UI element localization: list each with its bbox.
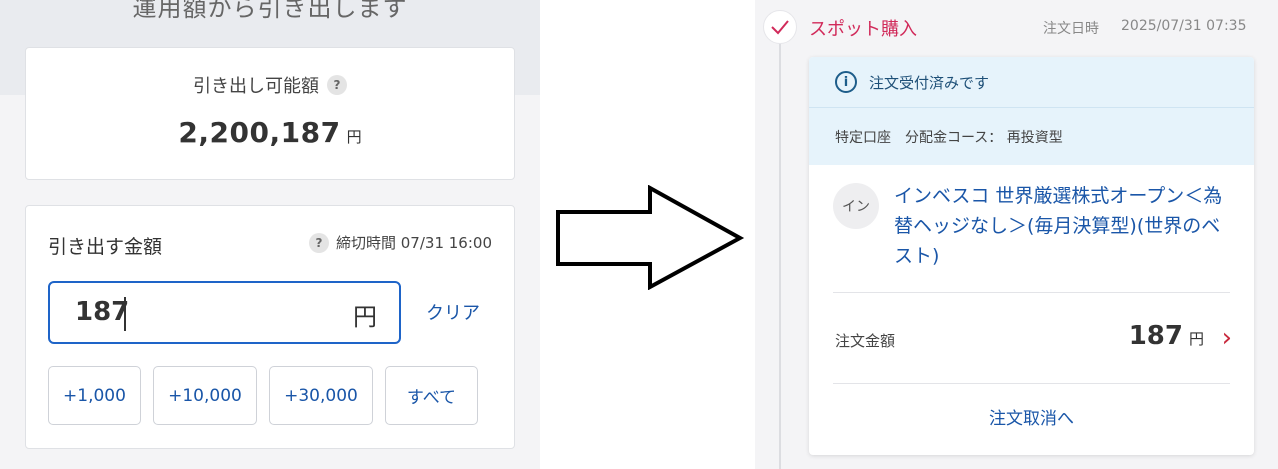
withdraw-amount-card: 引き出す金額 ? 締切時間 07/31 16:00 187 円 クリア +1,0… xyxy=(25,205,515,449)
section-title: 運用額から引き出します xyxy=(132,0,408,22)
order-date-value: 2025/07/31 07:35 xyxy=(1121,18,1247,34)
notice-row: i 注文受付済みです xyxy=(835,71,989,93)
order-status-panel: スポット購入 注文日時 2025/07/31 07:35 i 注文受付済みです … xyxy=(755,0,1278,469)
chevron-right-icon[interactable]: › xyxy=(1222,325,1232,351)
add-30000-button[interactable]: +30,000 xyxy=(269,366,373,425)
available-unit: 円 xyxy=(346,128,362,146)
amount-input-value: 187 xyxy=(75,297,130,327)
amount-input-unit: 円 xyxy=(353,303,377,331)
add-10000-button[interactable]: +10,000 xyxy=(153,366,257,425)
deadline-text: 締切時間 07/31 16:00 xyxy=(336,234,492,252)
order-accepted-notice: 注文受付済みです xyxy=(869,73,990,92)
account-info: 特定口座 分配金コース： 再投資型 xyxy=(835,130,1063,146)
add-1000-button[interactable]: +1,000 xyxy=(48,366,141,425)
fund-name-link[interactable]: インベスコ 世界厳選株式オープン＜為替ヘッジなし＞(毎月決算型)(世界のベスト) xyxy=(894,181,1239,271)
order-amount-unit: 円 xyxy=(1188,330,1204,348)
divider xyxy=(833,383,1230,384)
order-date-label: 注文日時 xyxy=(1043,21,1099,37)
available-amount-card: 引き出し可能額 ? 2,200,187 円 xyxy=(25,47,515,180)
divider xyxy=(833,292,1230,293)
available-label-row: 引き出し可能額 ? xyxy=(26,72,514,98)
all-amount-button[interactable]: すべて xyxy=(385,366,478,425)
clear-button[interactable]: クリア xyxy=(426,299,480,325)
available-amount-row: 2,200,187 円 xyxy=(26,116,514,149)
available-label: 引き出し可能額 xyxy=(193,76,319,97)
info-icon: i xyxy=(835,71,857,93)
deadline-row: ? 締切時間 07/31 16:00 xyxy=(309,232,492,253)
fund-badge: イン xyxy=(833,183,879,229)
order-card: i 注文受付済みです 特定口座 分配金コース： 再投資型 イン インベスコ 世界… xyxy=(809,57,1254,455)
text-caret xyxy=(124,297,126,331)
withdraw-amount-input[interactable]: 187 円 xyxy=(48,281,401,344)
notice-divider xyxy=(809,107,1254,108)
withdraw-title: 引き出す金額 xyxy=(48,236,163,258)
spot-purchase-title: スポット購入 xyxy=(809,19,917,40)
order-amount-row[interactable]: 187 円 xyxy=(1129,321,1204,351)
help-icon[interactable]: ? xyxy=(309,232,329,253)
notice-band: i 注文受付済みです 特定口座 分配金コース： 再投資型 xyxy=(809,57,1254,165)
check-icon xyxy=(763,10,797,44)
cancel-order-link[interactable]: 注文取消へ xyxy=(809,404,1254,429)
order-amount-label: 注文金額 xyxy=(835,332,896,350)
order-amount-value: 187 xyxy=(1128,321,1183,351)
help-icon[interactable]: ? xyxy=(327,75,347,95)
withdraw-panel: 運用額から引き出します 引き出し可能額 ? 2,200,187 円 引き出す金額… xyxy=(0,0,540,469)
right-arrow-icon xyxy=(556,185,745,290)
available-amount: 2,200,187 xyxy=(178,116,341,149)
timeline-line xyxy=(779,44,781,469)
